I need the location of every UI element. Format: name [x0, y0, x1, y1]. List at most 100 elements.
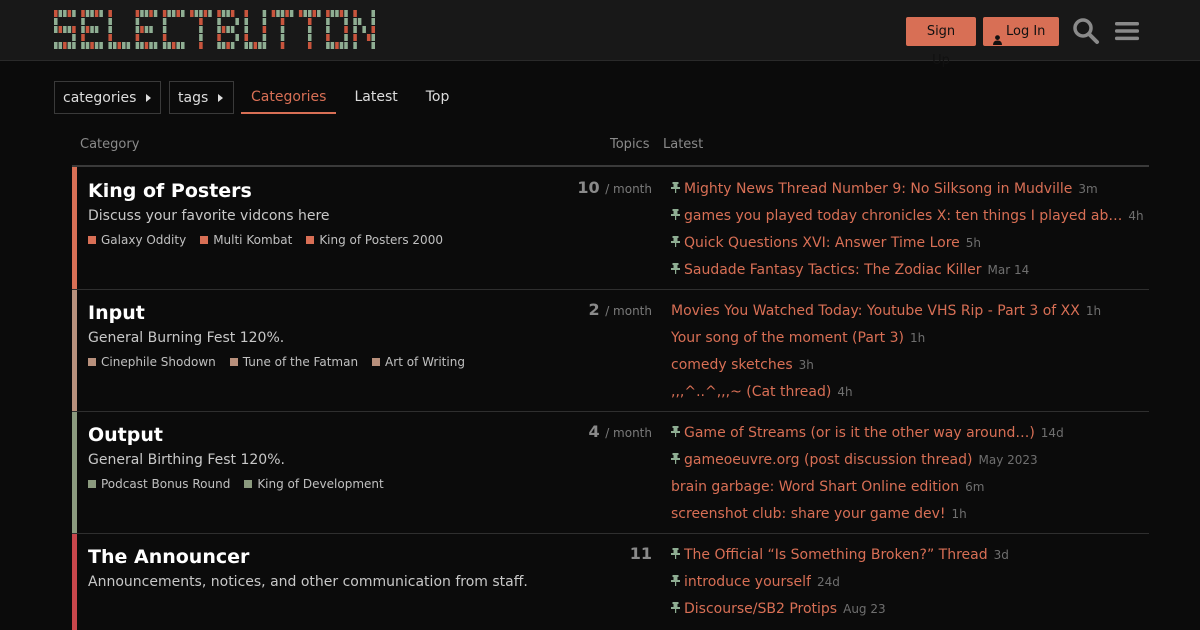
- logo-pixel: [90, 10, 94, 17]
- logo-pixel: [72, 34, 76, 41]
- logo-pixel: [126, 42, 131, 49]
- logo-pixel: [108, 18, 112, 25]
- latest-topic[interactable]: screenshot club: share your game dev! 1h: [671, 500, 1149, 527]
- logo-pixel: [99, 42, 103, 49]
- logo-pixel: [217, 10, 221, 17]
- category-title[interactable]: Output: [88, 424, 163, 446]
- subcategory-color-square: [88, 358, 96, 366]
- latest-topic[interactable]: Movies You Watched Today: Youtube VHS Ri…: [671, 297, 1149, 324]
- latest-topic[interactable]: Quick Questions XVI: Answer Time Lore 5h: [671, 229, 1149, 256]
- logo-pixel: [203, 10, 208, 17]
- subcategory-label: Galaxy Oddity: [101, 233, 187, 247]
- topic-title[interactable]: Quick Questions XVI: Answer Time Lore: [684, 235, 960, 251]
- subcategory-list: Cinephile Shodown Tune of the Fatman Art…: [88, 355, 465, 369]
- logo-pixel: [199, 42, 203, 49]
- logo-pixel: [199, 34, 203, 41]
- log-in-button[interactable]: Log In: [983, 17, 1059, 46]
- topic-age: 3h: [798, 357, 814, 372]
- logo-pixel: [285, 10, 289, 17]
- subcategory-link[interactable]: Galaxy Oddity: [88, 233, 186, 247]
- categories-dropdown[interactable]: categories: [54, 81, 161, 114]
- logo-pixel: [230, 42, 235, 49]
- subcategory-color-square: [200, 236, 209, 244]
- subcategory-link[interactable]: King of Development: [244, 477, 384, 491]
- logo-pixel: [85, 26, 90, 33]
- topic-title[interactable]: Your song of the moment (Part 3): [671, 330, 904, 346]
- subcategory-link[interactable]: King of Posters 2000: [306, 233, 443, 247]
- logo-pixel: [371, 18, 375, 25]
- topic-title[interactable]: introduce yourself: [684, 574, 811, 590]
- logo-pixel: [171, 42, 176, 49]
- subcategory-link[interactable]: Tune of the Fatman: [229, 355, 358, 369]
- latest-topic[interactable]: Game of Streams (or is it the other way …: [671, 419, 1149, 446]
- tab-top[interactable]: Top: [416, 81, 460, 114]
- topic-title[interactable]: games you played today chronicles X: ten…: [684, 208, 1122, 224]
- logo-pixel: [258, 42, 262, 49]
- topic-age: Aug 23: [843, 601, 886, 616]
- topic-age: 3m: [1078, 181, 1098, 196]
- logo-pixel: [144, 10, 149, 17]
- topic-title[interactable]: brain garbage: Word Shart Online edition: [671, 479, 959, 495]
- hamburger-menu-icon[interactable]: [1112, 16, 1142, 46]
- logo-pixel: [362, 26, 366, 33]
- logo-pixel: [54, 10, 58, 17]
- logo-pixel: [149, 42, 153, 49]
- topic-title[interactable]: gameoeuvre.org (post discussion thread): [684, 452, 972, 468]
- latest-topic[interactable]: introduce yourself 24d: [671, 568, 1149, 595]
- latest-topic[interactable]: comedy sketches 3h: [671, 351, 1149, 378]
- logo-pixel: [108, 10, 112, 17]
- logo-pixel: [140, 10, 144, 17]
- topic-title[interactable]: Mighty News Thread Number 9: No Silksong…: [684, 181, 1072, 197]
- topic-age: 1h: [1085, 303, 1102, 318]
- category-color-stripe: [72, 290, 77, 411]
- topic-title[interactable]: The Official “Is Something Broken?” Thre…: [684, 547, 988, 563]
- pin-icon: [671, 452, 684, 467]
- logo-pixel: [144, 42, 149, 49]
- subcategory-link[interactable]: Art of Writing: [372, 355, 465, 369]
- latest-topic[interactable]: Saudade Fantasy Tactics: The Zodiac Kill…: [671, 256, 1149, 283]
- subcategory-link[interactable]: Podcast Bonus Round: [88, 477, 230, 491]
- logo-pixel: [298, 10, 303, 17]
- latest-topic[interactable]: Discourse/SB2 Protips Aug 23: [671, 595, 1149, 622]
- logo-pixel: [244, 34, 249, 41]
- category-title[interactable]: King of Posters: [88, 180, 252, 202]
- logo-pixel: [81, 26, 85, 33]
- pin-icon: [671, 547, 684, 562]
- tab-latest[interactable]: Latest: [344, 81, 407, 114]
- latest-topic[interactable]: gameoeuvre.org (post discussion thread) M…: [671, 446, 1149, 473]
- tags-dropdown[interactable]: tags: [169, 81, 234, 114]
- latest-topic[interactable]: brain garbage: Word Shart Online edition…: [671, 473, 1149, 500]
- topic-title[interactable]: Discourse/SB2 Protips: [684, 601, 837, 617]
- search-icon[interactable]: [1071, 16, 1101, 46]
- logo-pixel: [162, 34, 167, 41]
- logo-pixel: [353, 10, 357, 17]
- site-logo[interactable]: [54, 10, 376, 50]
- topic-age: 1h: [951, 506, 967, 521]
- topic-count: 2 / month: [588, 300, 652, 319]
- topic-title[interactable]: screenshot club: share your game dev!: [671, 506, 945, 522]
- logo-pixel: [307, 26, 312, 33]
- latest-topic[interactable]: games you played today chronicles X: ten…: [671, 202, 1149, 229]
- category-color-stripe: [72, 167, 77, 289]
- subcategory-link[interactable]: Multi Kombat: [200, 233, 292, 247]
- logo-pixel: [67, 26, 72, 33]
- latest-topic[interactable]: The Official “Is Something Broken?” Thre…: [671, 541, 1149, 568]
- subcategory-link[interactable]: Cinephile Shodown: [88, 355, 216, 369]
- logo-pixel: [122, 42, 126, 49]
- pin-icon: [671, 262, 684, 277]
- logo-pixel: [221, 26, 226, 33]
- tab-categories[interactable]: Categories: [241, 81, 337, 114]
- topic-count: 11: [630, 544, 652, 563]
- logo-pixel: [244, 18, 249, 25]
- topic-title[interactable]: Saudade Fantasy Tactics: The Zodiac Kill…: [684, 262, 982, 278]
- latest-topic[interactable]: Mighty News Thread Number 9: No Silksong…: [671, 175, 1149, 202]
- category-title[interactable]: Input: [88, 302, 145, 324]
- topic-title[interactable]: Game of Streams (or is it the other way …: [684, 425, 1035, 441]
- topic-title[interactable]: ,,,^..^,,,~ (Cat thread): [671, 384, 831, 400]
- topic-title[interactable]: comedy sketches: [671, 357, 793, 373]
- sign-up-button[interactable]: Sign Up: [906, 17, 976, 68]
- latest-topic[interactable]: ,,,^..^,,,~ (Cat thread) 4h: [671, 378, 1149, 405]
- latest-topic[interactable]: Your song of the moment (Part 3) 1h: [671, 324, 1149, 351]
- category-title[interactable]: The Announcer: [88, 546, 249, 568]
- topic-title[interactable]: Movies You Watched Today: Youtube VHS Ri…: [671, 303, 1080, 319]
